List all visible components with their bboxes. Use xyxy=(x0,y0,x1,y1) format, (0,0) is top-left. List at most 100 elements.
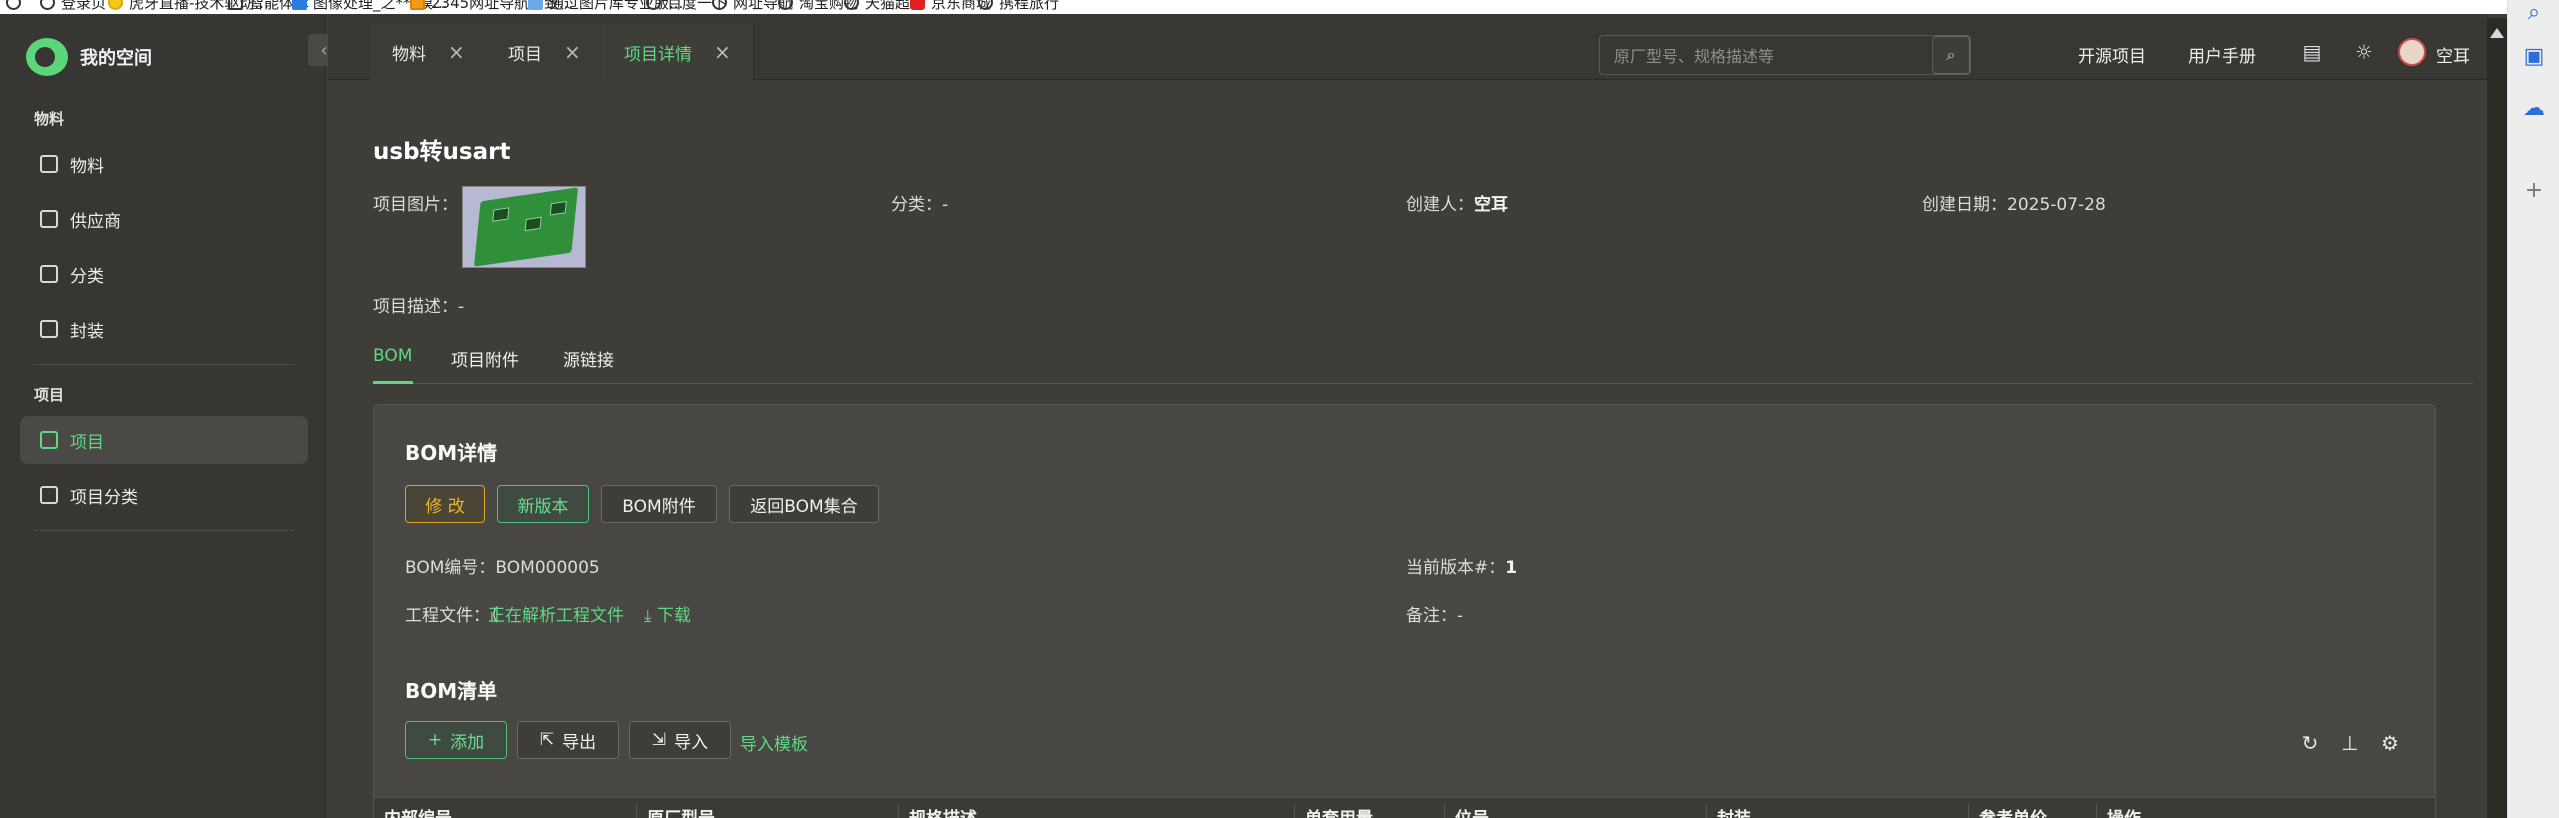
column-header[interactable]: 参考单价 xyxy=(1968,804,2047,818)
page-icon xyxy=(228,0,243,10)
export-button[interactable]: ⇱ 导出 xyxy=(517,721,619,759)
import-template-link[interactable]: 导入模板 xyxy=(740,730,808,755)
leaf-logo-icon xyxy=(26,38,68,76)
grid-icon xyxy=(292,0,307,10)
sidebar: 我的空间 ‹ 物料 物料 供应商 分类 封装 项目 项目 项目分类 xyxy=(0,14,340,818)
globe-icon xyxy=(712,0,727,10)
cloud-icon[interactable]: ☁ xyxy=(2522,96,2546,121)
globe-icon xyxy=(844,0,859,10)
globe-icon xyxy=(646,0,661,10)
avatar[interactable] xyxy=(2398,38,2426,66)
sidebar-item-label: 项目分类 xyxy=(70,487,138,508)
pcb-chip xyxy=(492,207,510,222)
folder-icon xyxy=(410,0,425,10)
search-icon[interactable]: ⌕ xyxy=(2522,0,2546,25)
column-header[interactable]: 操作 xyxy=(2096,804,2141,818)
tab-label: 物料 xyxy=(392,44,426,65)
add-button[interactable]: + 添加 xyxy=(405,721,507,759)
devices-icon[interactable]: ▣ xyxy=(2522,44,2546,69)
globe-icon xyxy=(40,0,55,10)
bookmark-0[interactable] xyxy=(6,0,21,12)
chevron-left-icon: ‹ xyxy=(320,39,328,61)
export-icon: ⇱ xyxy=(539,730,555,750)
sidebar-item-project-categories[interactable]: 项目分类 xyxy=(20,471,308,519)
download-icon: ⤓ xyxy=(644,606,657,626)
sidebar-divider xyxy=(34,530,294,531)
edit-button[interactable]: 修 改 xyxy=(405,485,485,523)
column-header[interactable]: 位号 xyxy=(1444,804,1489,818)
search-placeholder: 原厂型号、规格描述等 xyxy=(1614,47,1775,66)
section-title-materials: 物料 xyxy=(34,110,65,128)
bookmark-1[interactable]: 登录页 xyxy=(40,0,106,12)
user-manual-link[interactable]: 用户手册 xyxy=(2188,42,2256,67)
description-field: 项目描述：- xyxy=(373,297,465,317)
current-version-field: 当前版本#：1 xyxy=(1406,558,1518,578)
globe-icon xyxy=(978,0,993,10)
browser-bookmarks-bar: 登录页 虎牙直播-技术驱动... 智能体库 图像处理_之***模... 2345… xyxy=(0,0,2559,14)
new-version-button[interactable]: 新版本 xyxy=(497,485,589,523)
project-file-label: 工程文件：（ xyxy=(405,606,499,626)
image-label: 项目图片： xyxy=(373,195,458,215)
subtab-bom[interactable]: BOM xyxy=(373,346,412,366)
sidebar-item-label: 项目 xyxy=(70,432,104,453)
subtab-attachments[interactable]: 项目附件 xyxy=(451,346,519,371)
tab-label: 项目详情 xyxy=(624,44,692,65)
bom-attachments-button[interactable]: BOM附件 xyxy=(601,485,717,523)
search-icon[interactable]: ⌕ xyxy=(1932,36,1970,74)
material-icon xyxy=(40,155,58,173)
column-header[interactable]: 规格描述 xyxy=(898,804,977,818)
sidebar-item-label: 物料 xyxy=(70,156,104,177)
project-image[interactable] xyxy=(462,186,586,268)
density-icon[interactable]: ⊥ xyxy=(2338,731,2362,755)
import-button[interactable]: ⇲ 导入 xyxy=(629,721,731,759)
sidebar-item-packages[interactable]: 封装 xyxy=(20,305,308,353)
search-input[interactable]: 原厂型号、规格描述等 ⌕ xyxy=(1599,35,1971,75)
bom-table-header: 内部编号 原厂型号 规格描述 单套用量 位号 封装 参考单价 操作 xyxy=(374,797,2435,818)
sidebar-item-label: 分类 xyxy=(70,266,104,287)
refresh-icon[interactable]: ↻ xyxy=(2298,731,2322,755)
yellow-logo-icon xyxy=(108,0,123,10)
bom-code-field: BOM编号：BOM000005 xyxy=(405,558,600,578)
sidebar-item-label: 封装 xyxy=(70,321,104,342)
category-icon xyxy=(40,486,58,504)
pcb-chip xyxy=(549,200,567,216)
column-header[interactable]: 内部编号 xyxy=(374,804,452,818)
sidebar-item-suppliers[interactable]: 供应商 xyxy=(20,195,308,243)
column-header[interactable]: 单套用量 xyxy=(1294,804,1373,818)
bom-card: BOM详情 修 改 新版本 BOM附件 返回BOM集合 BOM编号：BOM000… xyxy=(373,404,2436,818)
close-icon[interactable]: × xyxy=(564,40,581,64)
sidebar-divider xyxy=(34,364,294,365)
column-header[interactable]: 封装 xyxy=(1706,804,1751,818)
user-name[interactable]: 空耳 xyxy=(2436,42,2470,67)
close-icon[interactable]: × xyxy=(714,40,731,64)
brand-logo[interactable]: 我的空间 xyxy=(26,38,152,76)
creator-field: 创建人：空耳 xyxy=(1406,195,1508,215)
close-icon[interactable]: × xyxy=(448,40,465,64)
settings-icon[interactable]: ⚙ xyxy=(2378,731,2402,755)
page-scrollbar[interactable] xyxy=(2487,18,2507,818)
tab-project-detail[interactable]: 项目详情 × xyxy=(602,24,754,80)
subtab-source-links[interactable]: 源链接 xyxy=(563,346,614,371)
supplier-icon xyxy=(40,210,58,228)
active-tab-indicator xyxy=(373,381,413,384)
open-source-link[interactable]: 开源项目 xyxy=(2078,42,2146,67)
column-header[interactable]: 原厂型号 xyxy=(636,804,715,818)
sidebar-item-materials[interactable]: 物料 xyxy=(20,140,308,188)
tab-projects[interactable]: 项目 × xyxy=(486,24,604,80)
detail-subtabs: BOM 项目附件 源链接 xyxy=(373,338,2473,384)
sidebar-item-categories[interactable]: 分类 xyxy=(20,250,308,298)
scroll-up-icon[interactable] xyxy=(2490,28,2504,38)
import-icon: ⇲ xyxy=(651,730,667,750)
add-icon[interactable]: + xyxy=(2522,178,2546,203)
back-to-bom-set-button[interactable]: 返回BOM集合 xyxy=(729,485,879,523)
theme-toggle-icon[interactable]: ☼ xyxy=(2352,40,2376,64)
tab-materials[interactable]: 物料 × xyxy=(370,24,488,80)
category-field: 分类：- xyxy=(891,195,949,215)
page-title: usb转usart xyxy=(373,139,511,165)
sidebar-item-projects[interactable]: 项目 xyxy=(20,416,308,464)
parsing-status: 正在解析工程文件 xyxy=(488,606,624,626)
bookmark-12[interactable]: 携程旅行 xyxy=(978,0,1059,12)
language-icon[interactable]: ▤ xyxy=(2300,40,2324,64)
pcb-illustration xyxy=(473,187,579,267)
download-link[interactable]: ⤓ 下载 xyxy=(644,601,691,626)
